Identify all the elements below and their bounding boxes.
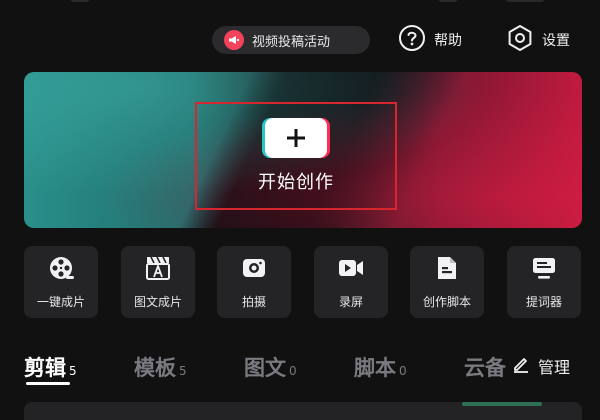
settings-label: 设置 <box>542 33 570 49</box>
promo-label: 视频投稿活动 <box>252 34 331 50</box>
video-submission-event-button[interactable]: 视频投稿活动 <box>212 26 370 54</box>
status-bar <box>0 0 600 14</box>
quick-tools: 一键成片 图文成片 拍摄 录屏 创作脚本 提词器 <box>24 246 584 318</box>
tab-templates[interactable]: 模板 5 <box>134 352 187 382</box>
tab-label: 图文 <box>244 356 286 380</box>
clapper-text-icon <box>145 255 171 285</box>
help-label: 帮助 <box>434 33 462 49</box>
manage-button[interactable]: 管理 <box>506 352 600 380</box>
film-reel-icon <box>48 255 74 285</box>
tab-count: 0 <box>289 364 297 378</box>
manage-label: 管理 <box>538 358 571 377</box>
plus-icon <box>265 118 327 158</box>
settings-button[interactable]: 设置 <box>506 24 570 56</box>
tab-label: 模板 <box>134 356 176 380</box>
project-card[interactable] <box>24 402 582 420</box>
tab-count: 0 <box>399 364 407 378</box>
tab-label: 脚本 <box>354 356 396 380</box>
tab-count: 5 <box>69 364 77 378</box>
start-creating-label: 开始创作 <box>258 172 334 193</box>
tool-label: 创作脚本 <box>422 294 471 309</box>
tool-label: 提词器 <box>525 294 562 309</box>
help-icon <box>398 24 426 56</box>
tool-one-click-video[interactable]: 一键成片 <box>24 246 98 318</box>
hero-banner: 开始创作 <box>24 72 582 228</box>
megaphone-icon <box>224 30 244 50</box>
tab-count: 5 <box>179 364 187 378</box>
help-button[interactable]: 帮助 <box>398 24 462 56</box>
edit-pencil-icon <box>512 355 530 377</box>
tool-image-text-video[interactable]: 图文成片 <box>121 246 195 318</box>
tool-creative-script[interactable]: 创作脚本 <box>410 246 484 318</box>
camera-icon <box>241 255 267 285</box>
tab-label: 剪辑 <box>24 356 66 380</box>
project-tabs: 剪辑 5 模板 5 图文 0 脚本 0 云备 管理 <box>24 352 600 392</box>
teleprompter-icon <box>531 255 557 285</box>
active-tab-indicator <box>26 382 70 385</box>
tab-edit[interactable]: 剪辑 5 <box>24 352 77 385</box>
tool-label: 一键成片 <box>36 294 85 309</box>
start-creating-button[interactable]: 开始创作 <box>195 102 397 210</box>
tab-label: 云备 <box>464 356 506 380</box>
top-bar: 视频投稿活动 帮助 设置 <box>0 24 600 56</box>
script-document-icon <box>434 255 460 285</box>
video-camera-icon <box>337 255 365 285</box>
tool-shoot[interactable]: 拍摄 <box>217 246 291 318</box>
tab-image-text[interactable]: 图文 0 <box>244 352 297 382</box>
gear-icon <box>506 24 534 56</box>
tool-label: 图文成片 <box>133 294 182 309</box>
tab-scripts[interactable]: 脚本 0 <box>354 352 407 382</box>
tool-label: 拍摄 <box>241 294 266 309</box>
tool-screen-record[interactable]: 录屏 <box>314 246 388 318</box>
tool-teleprompter[interactable]: 提词器 <box>507 246 581 318</box>
tool-label: 录屏 <box>338 294 363 309</box>
tab-cloud-backup[interactable]: 云备 <box>464 352 509 382</box>
